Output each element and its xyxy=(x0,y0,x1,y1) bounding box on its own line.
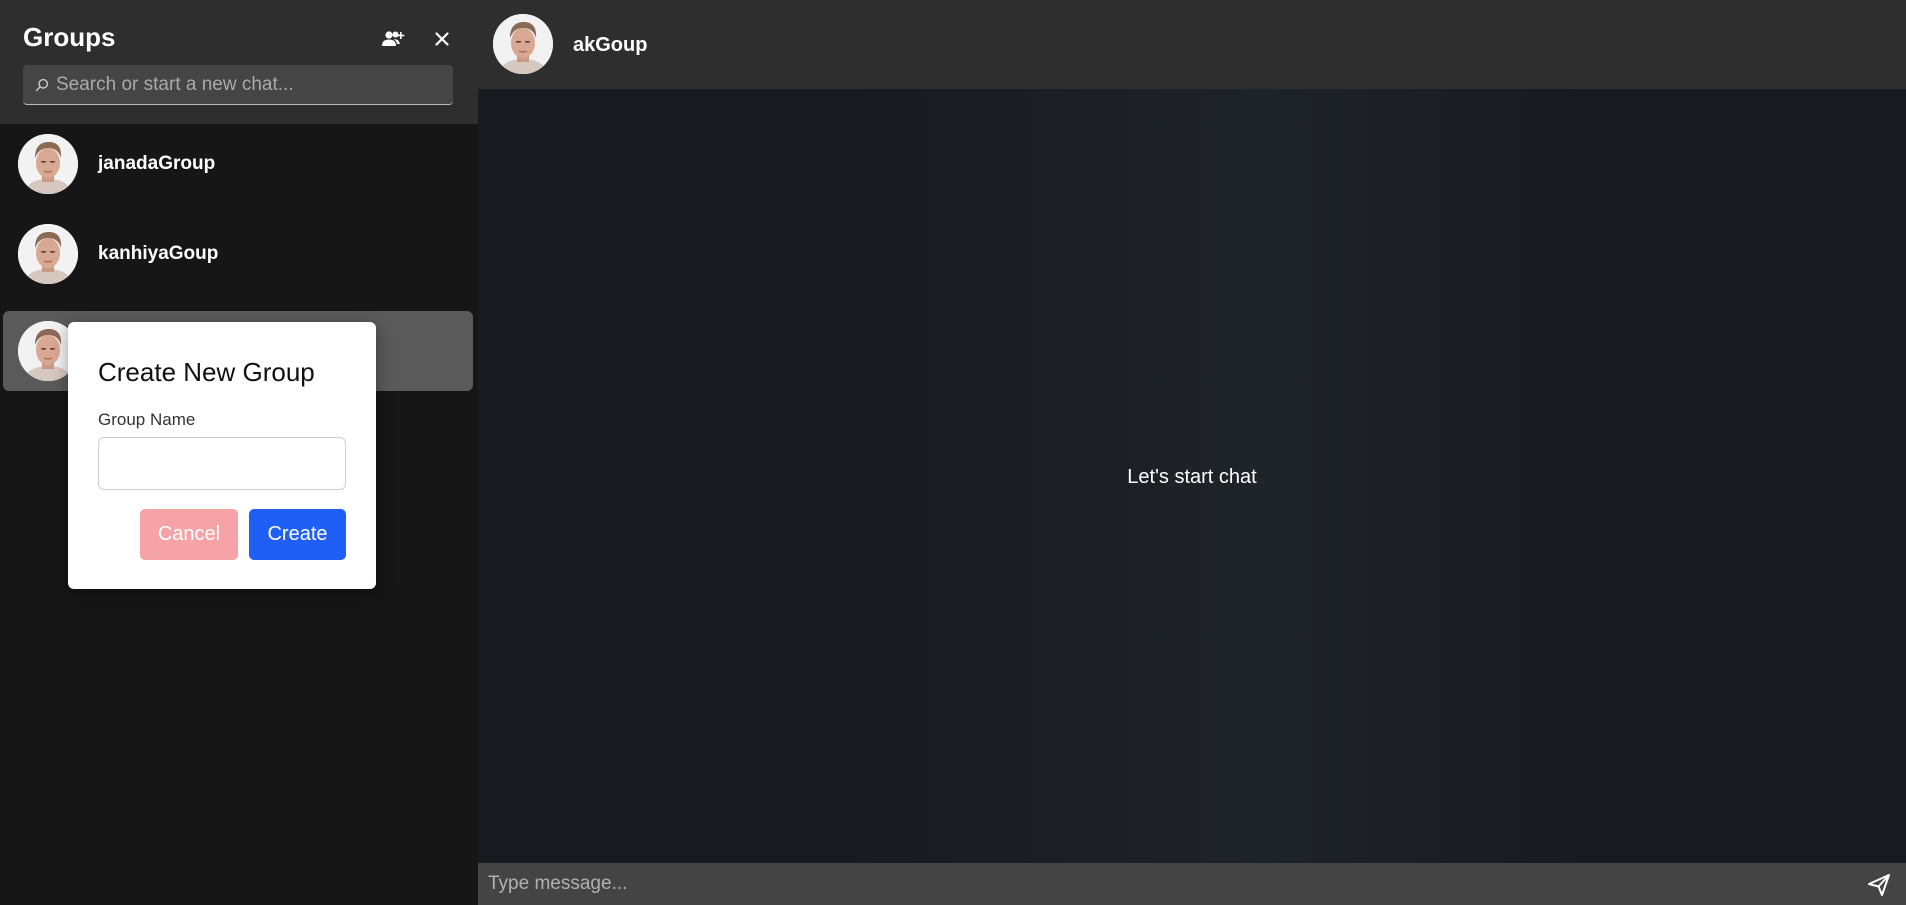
avatar xyxy=(18,224,78,284)
group-name-label: Group Name xyxy=(98,410,196,429)
group-item-kanhiyagoup[interactable]: kanhiyaGoup xyxy=(3,214,473,294)
cancel-button[interactable]: Cancel xyxy=(140,509,238,560)
message-composer xyxy=(478,863,1906,905)
add-group-icon[interactable] xyxy=(378,24,408,54)
avatar[interactable] xyxy=(493,14,553,74)
group-name-input[interactable] xyxy=(98,437,346,490)
close-icon[interactable] xyxy=(427,24,457,54)
sidebar-header: Groups xyxy=(0,0,478,124)
modal-title: Create New Group xyxy=(98,357,315,387)
group-item-janadagroup[interactable]: janadaGroup xyxy=(3,124,473,204)
create-button[interactable]: Create xyxy=(249,509,346,560)
search-input[interactable] xyxy=(56,73,446,96)
group-name: kanhiyaGoup xyxy=(98,243,219,264)
group-name: janadaGroup xyxy=(98,153,216,174)
chat-header: akGoup xyxy=(478,0,1906,89)
avatar xyxy=(18,134,78,194)
message-input[interactable] xyxy=(488,873,1828,895)
send-icon[interactable] xyxy=(1866,873,1892,897)
search-icon xyxy=(35,78,49,91)
chat-panel: akGoup Let's start chat xyxy=(478,0,1906,905)
sidebar-title: Groups xyxy=(23,22,116,52)
chat-title: akGoup xyxy=(573,34,648,56)
empty-chat-message: Let's start chat xyxy=(1127,466,1257,488)
create-group-modal: Create New Group Group Name Cancel Creat… xyxy=(68,322,376,589)
search-box xyxy=(23,65,453,105)
